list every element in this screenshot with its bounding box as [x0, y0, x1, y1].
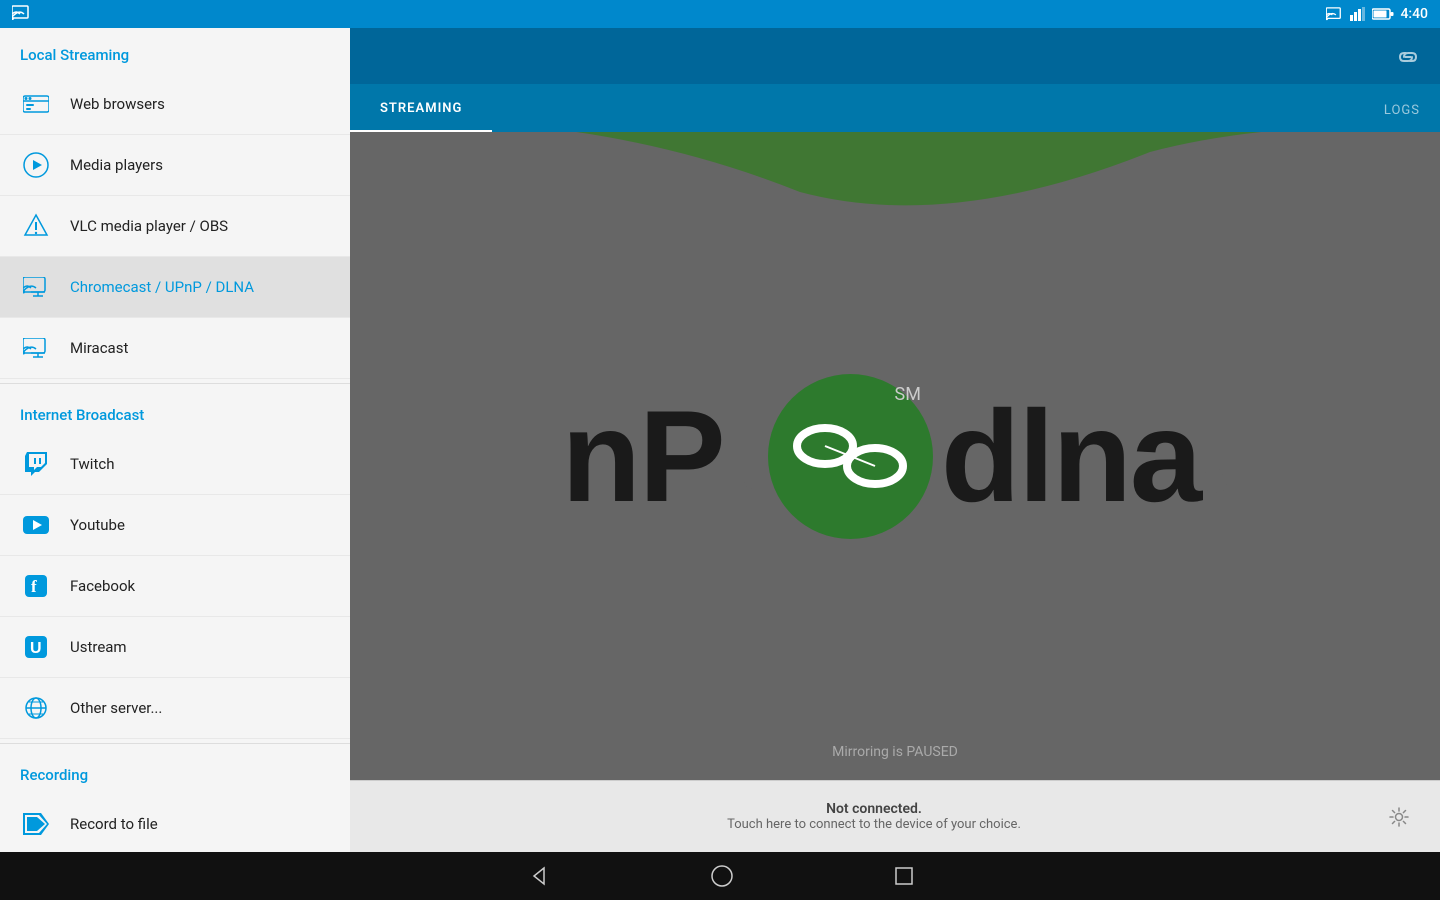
- ustream-svg: U: [25, 636, 47, 658]
- app-header: [350, 28, 1440, 84]
- svg-text:U: U: [30, 640, 42, 657]
- home-icon: [710, 864, 734, 888]
- media-players-label: Media players: [70, 156, 163, 174]
- tab-logs[interactable]: LOGS: [1364, 89, 1440, 132]
- tabs-bar: STREAMING LOGS: [350, 84, 1440, 132]
- np-text-container: nP TM: [562, 391, 760, 521]
- youtube-icon: [20, 509, 52, 541]
- divider-1: [0, 383, 350, 384]
- youtube-label: Youtube: [70, 516, 125, 534]
- sidebar-item-facebook[interactable]: f Facebook: [0, 556, 350, 617]
- dlna-text-container: dlna®: [941, 391, 1229, 521]
- sidebar-item-web-browsers[interactable]: Web browsers: [0, 74, 350, 135]
- web-browser-svg: [23, 94, 49, 114]
- status-bar-left-area: [12, 4, 32, 24]
- other-server-label: Other server...: [70, 699, 162, 717]
- facebook-label: Facebook: [70, 577, 135, 595]
- globe-svg: [24, 696, 48, 720]
- bottom-nav: [0, 852, 1440, 900]
- record-to-file-label: Record to file: [70, 815, 158, 833]
- tm-mark: TM: [728, 476, 760, 501]
- settings-icon: [1388, 806, 1410, 828]
- back-icon: [526, 864, 550, 888]
- web-browsers-label: Web browsers: [70, 95, 165, 113]
- sidebar: Local Streaming Web browsers Media playe…: [0, 28, 350, 852]
- sidebar-item-vlc-obs[interactable]: VLC media player / OBS: [0, 196, 350, 257]
- connection-line1: Not connected.: [370, 801, 1378, 817]
- sm-mark: SM: [895, 384, 921, 405]
- sidebar-item-media-players[interactable]: Media players: [0, 135, 350, 196]
- miracast-label: Miracast: [70, 339, 128, 357]
- sidebar-item-miracast[interactable]: Miracast: [0, 318, 350, 379]
- green-curve: [350, 132, 1440, 212]
- divider-2: [0, 743, 350, 744]
- tab-streaming[interactable]: STREAMING: [350, 87, 492, 132]
- ustream-icon: U: [20, 631, 52, 663]
- settings-button[interactable]: [1378, 796, 1420, 838]
- link-svg: [1396, 51, 1420, 63]
- sidebar-item-youtube[interactable]: Youtube: [0, 495, 350, 556]
- np-text: nP: [562, 383, 724, 529]
- sidebar-item-chromecast-upnp-dlna[interactable]: Chromecast / UPnP / DLNA: [0, 257, 350, 318]
- status-icons: 4:40: [1326, 6, 1428, 22]
- green-curve-svg: [350, 132, 1440, 212]
- battery-icon: [1372, 8, 1394, 20]
- connection-bar[interactable]: Not connected. Touch here to connect to …: [350, 780, 1440, 852]
- back-button[interactable]: [526, 864, 550, 888]
- vlc-svg: [23, 213, 49, 239]
- sidebar-item-ustream[interactable]: U Ustream: [0, 617, 350, 678]
- preview-area: nP TM SM dlna® Mirroring is PAUSED: [350, 132, 1440, 780]
- miracast-icon: [20, 332, 52, 364]
- clock: 4:40: [1400, 6, 1428, 22]
- main-content: STREAMING LOGS nP TM: [350, 28, 1440, 852]
- facebook-icon: f: [20, 570, 52, 602]
- web-browser-icon: [20, 88, 52, 120]
- recording-label: Recording: [0, 748, 350, 794]
- media-player-svg: [23, 152, 49, 178]
- record-icon: [20, 808, 52, 840]
- local-streaming-label: Local Streaming: [0, 28, 350, 74]
- link-icon[interactable]: [1396, 44, 1420, 68]
- youtube-svg: [23, 516, 49, 534]
- cast-status-icon: [12, 4, 32, 20]
- twitch-icon: [20, 448, 52, 480]
- sidebar-item-record-to-file[interactable]: Record to file: [0, 794, 350, 852]
- cast-icon-status: [1326, 7, 1344, 21]
- vlc-obs-label: VLC media player / OBS: [70, 217, 228, 235]
- sidebar-item-twitch[interactable]: Twitch: [0, 434, 350, 495]
- media-player-icon: [20, 149, 52, 181]
- twitch-svg: [25, 452, 47, 476]
- record-svg: [23, 813, 49, 835]
- miracast-svg: [23, 338, 49, 358]
- home-button[interactable]: [710, 864, 734, 888]
- dlna-logo-container: nP TM SM dlna®: [562, 374, 1229, 539]
- dlna-green-circle: SM: [768, 374, 933, 539]
- svg-text:f: f: [31, 577, 37, 596]
- internet-broadcast-label: Internet Broadcast: [0, 388, 350, 434]
- vlc-icon: [20, 210, 52, 242]
- sidebar-item-other-server[interactable]: Other server...: [0, 678, 350, 739]
- recents-icon: [894, 866, 914, 886]
- reg-mark: ®: [1200, 462, 1228, 504]
- cast-icon: [20, 271, 52, 303]
- signal-icon: [1350, 7, 1366, 21]
- status-bar: 4:40: [0, 0, 1440, 28]
- mirroring-status: Mirroring is PAUSED: [832, 744, 958, 760]
- globe-icon: [20, 692, 52, 724]
- chromecast-label: Chromecast / UPnP / DLNA: [70, 278, 254, 296]
- dlna-text: dlna: [941, 383, 1200, 529]
- facebook-svg: f: [25, 575, 47, 597]
- cast-svg: [23, 277, 49, 297]
- ustream-label: Ustream: [70, 638, 127, 656]
- recents-button[interactable]: [894, 866, 914, 886]
- twitch-label: Twitch: [70, 455, 114, 473]
- dlna-inner-svg: [785, 416, 915, 496]
- connection-line2: Touch here to connect to the device of y…: [370, 817, 1378, 832]
- connection-text: Not connected. Touch here to connect to …: [370, 801, 1378, 832]
